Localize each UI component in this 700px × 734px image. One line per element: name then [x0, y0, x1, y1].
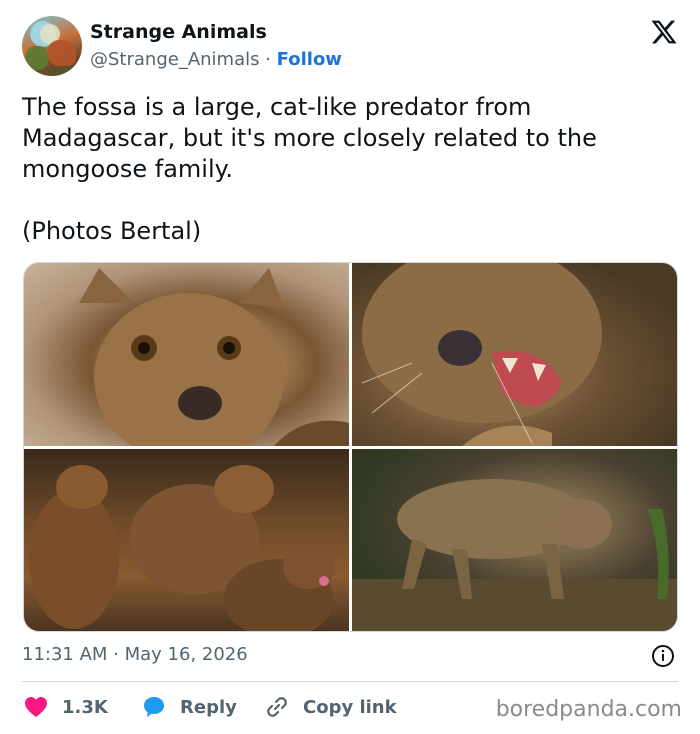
avatar[interactable]	[22, 16, 82, 76]
follow-button[interactable]: Follow	[277, 49, 342, 70]
link-icon	[267, 697, 287, 717]
like-button[interactable]: 1.3K	[24, 694, 108, 720]
heart-icon	[25, 697, 47, 717]
tweet-text: The fossa is a large, cat-like predator …	[22, 93, 597, 245]
account-handle[interactable]: @Strange_Animals	[90, 49, 260, 70]
photo-three-fossas[interactable]	[24, 449, 349, 631]
divider	[22, 681, 678, 682]
reply-button[interactable]: Reply	[142, 694, 237, 720]
info-icon[interactable]	[651, 644, 675, 668]
x-logo-icon[interactable]	[650, 18, 678, 46]
photo-fossa-walking[interactable]	[352, 449, 677, 631]
watermark: boredpanda.com	[495, 697, 682, 722]
separator: ·	[259, 49, 277, 70]
tweet-header: Strange Animals @Strange_Animals · Follo…	[22, 16, 682, 78]
copy-link-button[interactable]: Copy link	[265, 694, 397, 720]
account-name[interactable]: Strange Animals	[90, 21, 267, 43]
photo-fossa-yawning[interactable]	[352, 263, 677, 446]
tweet-timestamp[interactable]: 11:31 AM · May 16, 2026	[22, 644, 248, 665]
photo-fossa-face-closeup[interactable]	[24, 263, 349, 446]
reply-label: Reply	[180, 696, 237, 718]
photo-grid	[23, 262, 678, 632]
handle-row: @Strange_Animals · Follow	[90, 49, 342, 70]
copy-link-label: Copy link	[303, 696, 397, 718]
reply-bubble-icon	[144, 697, 164, 717]
like-count: 1.3K	[62, 696, 108, 718]
